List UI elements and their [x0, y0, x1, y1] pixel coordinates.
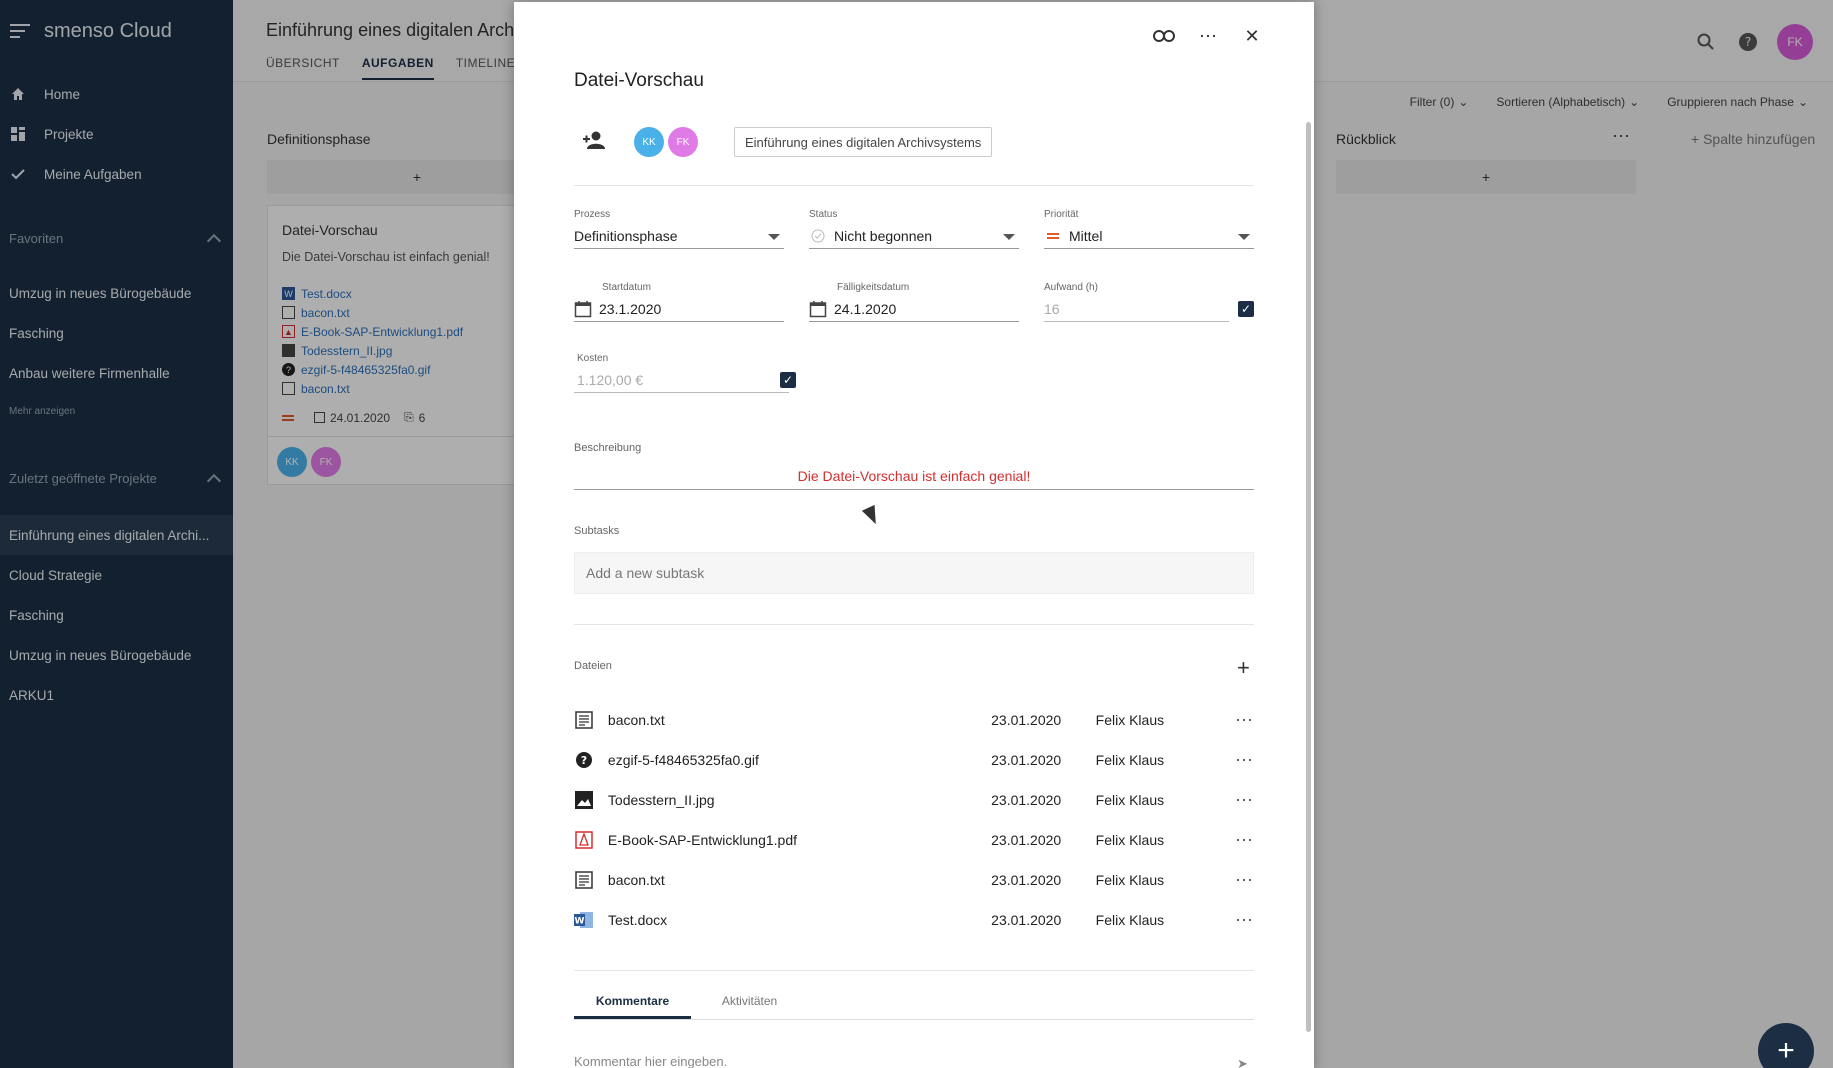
kosten-input[interactable]: 1.120,00 € — [574, 368, 789, 393]
field-label: Priorität — [1044, 209, 1079, 220]
modal-scrollbar[interactable] — [1306, 122, 1311, 1032]
prozess-select[interactable]: Definitionsphase — [574, 224, 784, 249]
file-date: 23.01.2020 — [991, 872, 1062, 888]
text-file-icon — [574, 710, 594, 730]
field-label: Startdatum — [602, 282, 651, 293]
file-name[interactable]: E-Book-SAP-Entwicklung1.pdf — [608, 832, 991, 848]
link-icon[interactable] — [1152, 24, 1176, 48]
image-file-icon — [574, 790, 594, 810]
caret-down-icon — [1003, 234, 1015, 240]
file-date: 23.01.2020 — [991, 752, 1062, 768]
file-name[interactable]: Todesstern_II.jpg — [608, 792, 991, 808]
divider — [574, 624, 1254, 625]
calendar-icon[interactable] — [809, 300, 827, 318]
caret-down-icon — [1238, 234, 1250, 240]
field-label: Kosten — [577, 353, 609, 364]
prioritaet-select[interactable]: Mittel — [1044, 224, 1254, 249]
file-user: Felix Klaus — [1095, 872, 1165, 888]
beschreibung-input[interactable]: Die Datei-Vorschau ist einfach genial! — [574, 462, 1254, 490]
modal-title: Datei-Vorschau — [574, 70, 704, 91]
text-file-icon — [574, 870, 594, 890]
divider — [574, 970, 1254, 971]
field-label: Fälligkeitsdatum — [837, 282, 910, 293]
more-icon[interactable]: ⋯ — [1235, 870, 1254, 891]
avatar[interactable]: KK — [634, 127, 664, 157]
more-icon[interactable]: ⋯ — [1235, 710, 1254, 731]
comment-input[interactable]: Kommentar hier eingeben. — [574, 1054, 727, 1068]
file-row[interactable]: ? ezgif-5-f48465325fa0.gif 23.01.2020 Fe… — [574, 740, 1254, 780]
file-name[interactable]: ezgif-5-f48465325fa0.gif — [608, 752, 991, 768]
tab-kommentare[interactable]: Kommentare — [574, 994, 691, 1019]
status-circle-icon — [809, 227, 827, 245]
task-detail-modal: ⋯ ✕ Datei-Vorschau KK FK Einführung eine… — [514, 2, 1314, 1068]
startdatum-input[interactable]: 23.1.2020 — [574, 297, 784, 322]
kosten-checkbox[interactable]: ✓ — [780, 372, 796, 388]
close-icon[interactable]: ✕ — [1240, 24, 1264, 48]
file-user: Felix Klaus — [1095, 712, 1165, 728]
dateien-label: Dateien — [574, 660, 612, 672]
kosten-field[interactable]: Kosten 1.120,00 € — [574, 353, 789, 393]
modal-actions: ⋯ ✕ — [1132, 24, 1264, 48]
status-select[interactable]: Nicht begonnen — [809, 224, 1019, 249]
field-label: Prozess — [574, 209, 611, 220]
calendar-icon[interactable] — [574, 300, 592, 318]
more-icon[interactable]: ⋯ — [1235, 790, 1254, 811]
tab-aktivitaeten[interactable]: Aktivitäten — [691, 994, 808, 1019]
beschreibung-label: Beschreibung — [574, 442, 642, 454]
more-icon[interactable]: ⋯ — [1235, 750, 1254, 771]
priority-medium-icon — [1044, 227, 1062, 245]
status-field[interactable]: Status Nicht begonnen — [809, 209, 1019, 249]
avatar[interactable]: FK — [668, 127, 698, 157]
pdf-file-icon — [574, 830, 594, 850]
file-row[interactable]: W Test.docx 23.01.2020 Felix Klaus ⋯ — [574, 900, 1254, 940]
add-person-icon[interactable] — [582, 130, 606, 154]
subtasks-label: Subtasks — [574, 525, 620, 537]
file-user: Felix Klaus — [1095, 792, 1165, 808]
file-name[interactable]: bacon.txt — [608, 712, 991, 728]
aufwand-field[interactable]: Aufwand (h) 16 — [1044, 282, 1229, 322]
add-file-icon[interactable]: + — [1237, 655, 1250, 681]
word-file-icon: W — [574, 910, 594, 930]
faelligkeitsdatum-field[interactable]: Fälligkeitsdatum 24.1.2020 — [809, 282, 1019, 322]
startdatum-field[interactable]: Startdatum 23.1.2020 — [574, 282, 784, 322]
comment-tabs: Kommentare Aktivitäten — [574, 994, 1254, 1020]
aufwand-input[interactable]: 16 — [1044, 297, 1229, 322]
file-row[interactable]: bacon.txt 23.01.2020 Felix Klaus ⋯ — [574, 700, 1254, 740]
subtask-input[interactable]: Add a new subtask — [574, 552, 1254, 594]
file-user: Felix Klaus — [1095, 912, 1165, 928]
file-row[interactable]: E-Book-SAP-Entwicklung1.pdf 23.01.2020 F… — [574, 820, 1254, 860]
file-user: Felix Klaus — [1095, 832, 1165, 848]
file-row[interactable]: bacon.txt 23.01.2020 Felix Klaus ⋯ — [574, 860, 1254, 900]
file-date: 23.01.2020 — [991, 712, 1062, 728]
prioritaet-field[interactable]: Priorität Mittel — [1044, 209, 1254, 249]
prozess-field[interactable]: Prozess Definitionsphase — [574, 209, 784, 249]
svg-text:W: W — [575, 917, 585, 927]
field-label: Status — [809, 209, 838, 220]
file-date: 23.01.2020 — [991, 912, 1062, 928]
more-icon[interactable]: ⋯ — [1235, 830, 1254, 851]
unknown-file-icon: ? — [574, 750, 594, 770]
caret-down-icon — [768, 234, 780, 240]
file-date: 23.01.2020 — [991, 832, 1062, 848]
aufwand-checkbox[interactable]: ✓ — [1238, 301, 1254, 317]
file-user: Felix Klaus — [1095, 752, 1165, 768]
more-icon[interactable]: ⋯ — [1196, 24, 1220, 48]
more-icon[interactable]: ⋯ — [1235, 910, 1254, 931]
send-icon[interactable]: ➤ — [1237, 1056, 1248, 1068]
file-name[interactable]: Test.docx — [608, 912, 991, 928]
file-row[interactable]: Todesstern_II.jpg 23.01.2020 Felix Klaus… — [574, 780, 1254, 820]
divider — [574, 185, 1254, 186]
file-name[interactable]: bacon.txt — [608, 872, 991, 888]
file-date: 23.01.2020 — [991, 792, 1062, 808]
faelligkeitsdatum-input[interactable]: 24.1.2020 — [809, 297, 1019, 322]
project-chip[interactable]: Einführung eines digitalen Archivsystems — [734, 127, 993, 157]
svg-text:?: ? — [581, 754, 587, 767]
field-label: Aufwand (h) — [1044, 282, 1098, 293]
